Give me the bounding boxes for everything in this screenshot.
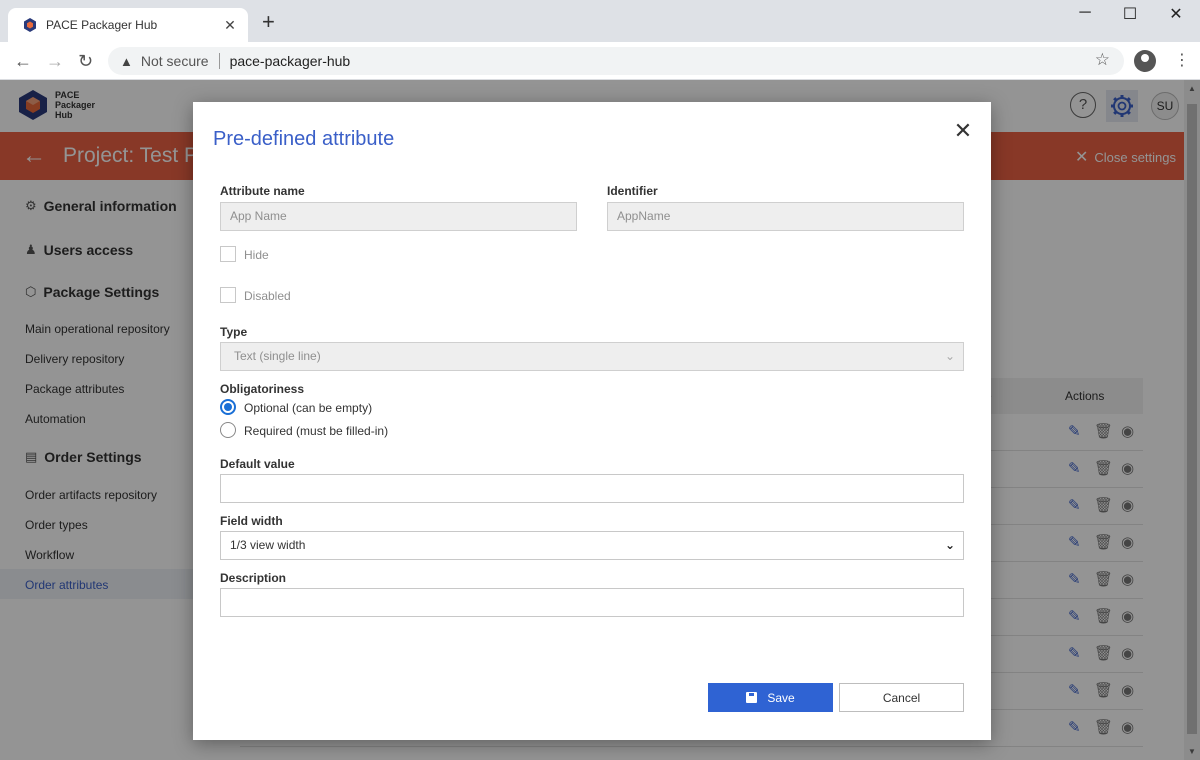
identifier-label: Identifier <box>607 184 658 198</box>
chevron-down-icon: ⌄ <box>944 538 955 552</box>
required-radio-label: Required (must be filled-in) <box>244 424 389 438</box>
tab-close-icon[interactable]: ✕ <box>222 17 238 34</box>
dialog-close-icon[interactable]: ✕ <box>953 118 973 144</box>
account-icon[interactable] <box>1134 50 1156 72</box>
browser-toolbar: ← → ↻ ▲ Not secure pace-packager-hub ☆ <box>0 42 1200 80</box>
optional-radio[interactable] <box>220 399 236 415</box>
attribute-name-field[interactable]: App Name <box>220 202 577 231</box>
description-field[interactable] <box>220 588 964 617</box>
attribute-name-label: Attribute name <box>220 184 305 198</box>
address-bar[interactable]: ▲ Not secure pace-packager-hub ☆ <box>108 47 1124 75</box>
cancel-button[interactable]: Cancel <box>839 683 964 712</box>
default-value-label: Default value <box>220 457 295 471</box>
disabled-checkbox[interactable] <box>220 287 236 303</box>
chevron-down-icon: ⌄ <box>944 349 955 363</box>
menu-kebab-icon[interactable]: ⋮ <box>1174 50 1190 70</box>
browser-tab[interactable]: PACE Packager Hub ✕ <box>8 8 248 42</box>
obligatoriness-label: Obligatoriness <box>220 382 305 396</box>
dialog-title: Pre-defined attribute <box>213 128 395 150</box>
back-icon[interactable]: ← <box>14 51 32 72</box>
new-tab-button[interactable]: + <box>262 11 275 33</box>
warning-icon: ▲ <box>120 53 133 69</box>
required-radio[interactable] <box>220 422 236 438</box>
pace-favicon-icon <box>24 18 36 32</box>
maximize-icon[interactable]: ☐ <box>1107 4 1153 24</box>
minimize-icon[interactable]: ─ <box>1062 4 1108 22</box>
field-width-label: Field width <box>220 514 283 528</box>
optional-radio-label: Optional (can be empty) <box>244 401 373 415</box>
url-text: pace-packager-hub <box>229 53 351 69</box>
disabled-label: Disabled <box>244 289 291 303</box>
save-button[interactable]: Save <box>708 683 833 712</box>
field-width-select[interactable]: 1/3 view width ⌄ <box>220 531 964 560</box>
type-select[interactable]: Text (single line) ⌄ <box>220 342 964 371</box>
forward-icon[interactable]: → <box>46 51 64 72</box>
browser-tabstrip: PACE Packager Hub ✕ + ─ ☐ ✕ <box>0 0 1200 42</box>
type-label: Type <box>220 325 248 339</box>
pre-defined-attribute-dialog: Pre-defined attribute ✕ Attribute name A… <box>193 102 991 740</box>
hide-label: Hide <box>244 248 269 262</box>
tab-title: PACE Packager Hub <box>46 18 158 32</box>
security-label: Not secure <box>140 53 209 69</box>
save-disk-icon <box>746 692 758 703</box>
hide-checkbox[interactable] <box>220 246 236 262</box>
description-label: Description <box>220 571 287 585</box>
window-close-icon[interactable]: ✕ <box>1153 4 1199 24</box>
identifier-field[interactable]: AppName <box>607 202 964 231</box>
address-divider <box>218 53 220 69</box>
reload-icon[interactable]: ↻ <box>78 51 93 72</box>
bookmark-star-icon[interactable]: ☆ <box>1095 50 1110 70</box>
default-value-field[interactable] <box>220 474 964 503</box>
